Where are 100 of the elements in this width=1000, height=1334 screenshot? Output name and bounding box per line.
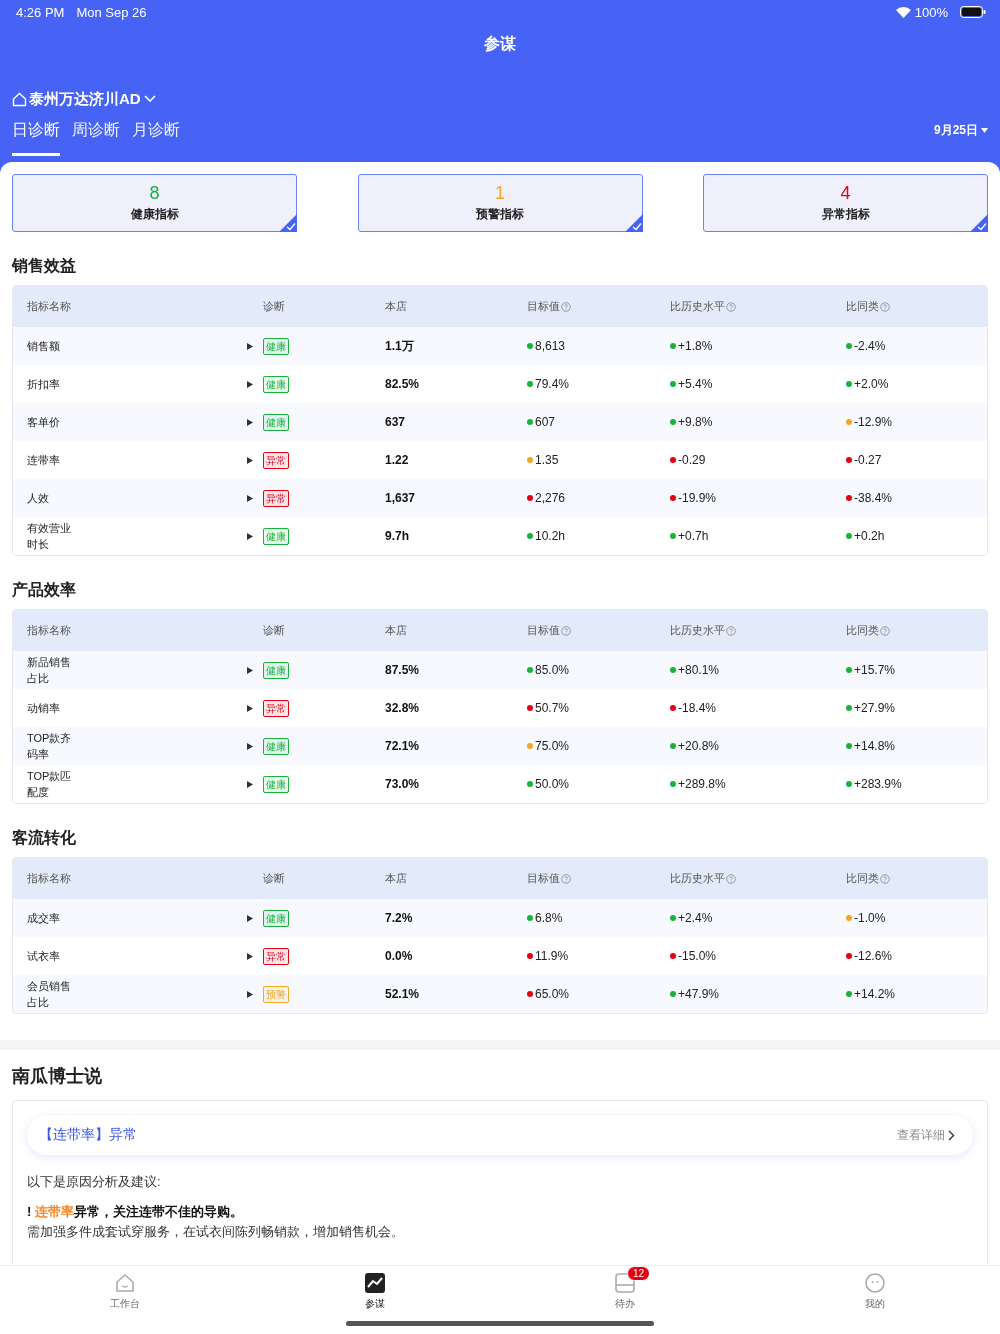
value-cell: 11.9% [527, 949, 670, 963]
check-corner-icon [279, 214, 297, 232]
value-cell: 85.0% [527, 663, 670, 677]
tab-bar-item[interactable]: 参谋 [345, 1266, 405, 1334]
metric-name: 人效 [27, 491, 49, 506]
store-value: 637 [385, 415, 407, 429]
metric-name: TOP款匹配度 [27, 769, 73, 800]
analysis-point: ! 连带率异常，关注连带不佳的导购。 [27, 1203, 244, 1221]
value-cell: +9.8% [670, 415, 846, 429]
status-time: 4:26 PM [16, 4, 65, 20]
indicator-count: 8 [149, 183, 160, 202]
tab-bar-item[interactable]: 我的 [845, 1266, 905, 1334]
expand-arrow-icon[interactable] [247, 914, 253, 922]
value-cell: +5.4% [670, 377, 846, 391]
store-value: 73.0% [385, 777, 421, 791]
store-value: 72.1% [385, 739, 421, 753]
value-cell: -18.4% [670, 701, 846, 715]
expand-arrow-icon[interactable] [247, 704, 253, 712]
column-header: 目标值 [527, 871, 670, 886]
value-cell: 79.4% [527, 377, 670, 391]
date-picker[interactable]: 9月25日 [933, 122, 988, 139]
tab-bar-item[interactable]: 工作台 [95, 1266, 155, 1334]
metric-name: 新品销售占比 [27, 655, 72, 686]
expand-arrow-icon[interactable] [247, 532, 253, 540]
store-value: 1,637 [385, 491, 417, 505]
summary-card[interactable]: 8 健康指标 [12, 174, 297, 232]
expand-arrow-icon[interactable] [247, 990, 253, 998]
battery-icon [960, 6, 986, 18]
column-header: 比同类 [846, 871, 987, 886]
expand-arrow-icon[interactable] [247, 380, 253, 388]
caret-icon[interactable] [981, 128, 988, 133]
page-title: 参谋 [484, 34, 516, 54]
metric-name: 试衣率 [27, 949, 60, 964]
diagnosis-tag: 健康 [263, 413, 289, 431]
period-tab[interactable]: 周诊断 [72, 120, 120, 156]
expand-arrow-icon[interactable] [247, 952, 253, 960]
column-header: 诊断 [263, 299, 286, 314]
store-value: 0.0% [385, 949, 414, 963]
value-cell: 607 [527, 415, 670, 429]
metric-name: 销售额 [27, 339, 60, 354]
value-cell: +14.2% [846, 987, 987, 1001]
section-title: 销售效益 [12, 256, 77, 276]
value-cell: -19.9% [670, 491, 846, 505]
store-value: 87.5% [385, 663, 421, 677]
check-corner-icon [970, 214, 988, 232]
advisor-title: 南瓜博士说 [12, 1065, 103, 1088]
value-cell: -0.27 [846, 453, 987, 467]
summary-card[interactable]: 4 异常指标 [703, 174, 988, 232]
value-cell: 8,613 [527, 339, 670, 353]
check-corner-icon [624, 214, 643, 232]
value-cell: +20.8% [670, 739, 846, 753]
metric-name: 客单价 [27, 415, 60, 430]
chevron-down-icon[interactable] [142, 94, 157, 104]
value-cell: -0.29 [670, 453, 846, 467]
home-icon [114, 1272, 136, 1294]
view-details-link[interactable]: 查看详细 [897, 1126, 955, 1144]
expand-arrow-icon[interactable] [247, 456, 253, 464]
indicator-count: 1 [495, 183, 505, 202]
value-cell: +80.1% [670, 663, 846, 677]
diagnosis-tag: 健康 [263, 337, 289, 355]
store-value: 82.5% [385, 377, 421, 391]
column-header: 指标名称 [27, 299, 72, 314]
column-header: 比同类 [846, 623, 987, 638]
value-cell: 2,276 [527, 491, 670, 505]
value-cell: 50.0% [527, 777, 670, 791]
diagnosis-tag: 异常 [263, 451, 289, 469]
store-selector[interactable]: 泰州万达济川AD [29, 89, 141, 109]
chart-icon [364, 1272, 386, 1294]
indicator-label: 健康指标 [130, 205, 179, 223]
expand-arrow-icon[interactable] [247, 418, 253, 426]
advice-text: 需加强多件成套试穿服务，在试衣间陈列畅销款，增加销售机会。 [27, 1223, 405, 1241]
value-cell: +289.8% [670, 777, 846, 791]
value-cell: +1.8% [670, 339, 846, 353]
chevron-right-icon[interactable] [948, 1129, 955, 1141]
expand-arrow-icon[interactable] [247, 780, 253, 788]
metric-name: 有效营业时长 [27, 521, 72, 552]
store-value: 52.1% [385, 987, 421, 1001]
period-tab[interactable]: 日诊断 [12, 120, 60, 156]
column-header: 本店 [385, 871, 408, 886]
diagnosis-tag: 健康 [263, 737, 289, 755]
section-title: 产品效率 [12, 580, 77, 600]
value-cell: +0.2h [846, 529, 987, 543]
expand-arrow-icon[interactable] [247, 666, 253, 674]
summary-card[interactable]: 1 预警指标 [357, 174, 643, 232]
expand-arrow-icon[interactable] [247, 494, 253, 502]
value-cell: 50.7% [527, 701, 670, 715]
value-cell: +14.8% [846, 739, 987, 753]
diagnosis-tag: 预警 [263, 985, 289, 1003]
diagnosis-tag: 健康 [263, 775, 289, 793]
column-header: 诊断 [263, 871, 286, 886]
analysis-intro: 以下是原因分析及建议: [27, 1173, 162, 1191]
column-header: 比历史水平 [670, 623, 846, 638]
value-cell: +2.0% [846, 377, 987, 391]
diagnosis-tag: 异常 [263, 489, 289, 507]
period-tab[interactable]: 月诊断 [132, 120, 180, 156]
column-header: 比历史水平 [670, 871, 846, 886]
expand-arrow-icon[interactable] [247, 742, 253, 750]
column-header: 本店 [385, 299, 408, 314]
expand-arrow-icon[interactable] [247, 342, 253, 350]
diagnosis-tag: 健康 [263, 375, 289, 393]
